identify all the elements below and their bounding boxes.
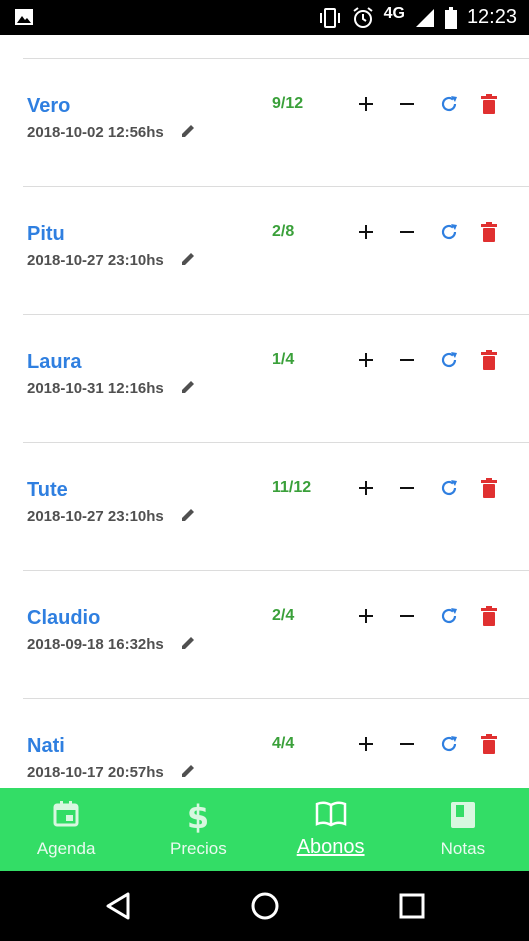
list-item: Tute 2018-10-27 23:10hs 11/12 <box>0 443 529 571</box>
reset-button[interactable] <box>439 222 459 242</box>
network-type: 4G <box>383 4 405 22</box>
status-bar: 4G 12:23 <box>0 0 529 35</box>
reset-button[interactable] <box>439 606 459 626</box>
notebook-icon <box>450 802 475 828</box>
abonos-list: Vero 2018-10-02 12:56hs 9/12 Pitu 2018-1… <box>0 35 529 788</box>
clock: 12:23 <box>466 6 517 28</box>
edit-pencil-icon[interactable] <box>180 123 196 139</box>
reset-button[interactable] <box>439 478 459 498</box>
edit-pencil-icon[interactable] <box>180 379 196 395</box>
edit-pencil-icon[interactable] <box>180 507 196 523</box>
last-updated: 2018-10-27 23:10hs <box>27 508 164 525</box>
dollar-icon: $ <box>187 800 209 834</box>
bottom-navigation: Agenda $ Precios Abonos Notas <box>0 788 529 871</box>
nav-agenda-label: Agenda <box>36 839 96 858</box>
increment-button[interactable] <box>357 223 375 241</box>
home-icon[interactable] <box>250 891 280 921</box>
decrement-button[interactable] <box>398 223 416 241</box>
decrement-button[interactable] <box>398 479 416 497</box>
signal-icon <box>415 8 434 27</box>
increment-button[interactable] <box>357 351 375 369</box>
list-item: Laura 2018-10-31 12:16hs 1/4 <box>0 315 529 443</box>
increment-button[interactable] <box>357 735 375 753</box>
reset-button[interactable] <box>439 94 459 114</box>
nav-abonos-label: Abonos <box>296 836 365 858</box>
client-name[interactable]: Vero <box>27 95 70 118</box>
client-name[interactable]: Pitu <box>27 223 65 246</box>
delete-button[interactable] <box>480 478 498 498</box>
decrement-button[interactable] <box>398 95 416 113</box>
system-navigation-bar <box>0 871 529 941</box>
recents-icon[interactable] <box>398 891 426 921</box>
reset-button[interactable] <box>439 350 459 370</box>
list-item: Vero 2018-10-02 12:56hs 9/12 <box>0 59 529 187</box>
image-notification-icon <box>15 9 33 25</box>
nav-precios[interactable]: $ Precios <box>132 788 264 871</box>
client-name[interactable]: Nati <box>27 735 65 758</box>
back-icon[interactable] <box>104 891 132 921</box>
increment-button[interactable] <box>357 607 375 625</box>
last-updated: 2018-10-02 12:56hs <box>27 124 164 141</box>
svg-text:$: $ <box>187 800 209 834</box>
delete-button[interactable] <box>480 94 498 114</box>
reset-button[interactable] <box>439 734 459 754</box>
nav-notas[interactable]: Notas <box>397 788 529 871</box>
list-item: Nati 2018-10-17 20:57hs 4/4 <box>0 699 529 788</box>
sessions-count: 9/12 <box>272 95 304 112</box>
last-updated: 2018-10-31 12:16hs <box>27 380 164 397</box>
decrement-button[interactable] <box>398 351 416 369</box>
nav-precios-label: Precios <box>170 839 227 858</box>
sessions-count: 1/4 <box>272 351 295 368</box>
alarm-icon <box>352 6 373 28</box>
sessions-count: 4/4 <box>272 735 295 752</box>
list-item: Pitu 2018-10-27 23:10hs 2/8 <box>0 187 529 315</box>
list-item: Claudio 2018-09-18 16:32hs 2/4 <box>0 571 529 699</box>
edit-pencil-icon[interactable] <box>180 763 196 779</box>
client-name[interactable]: Tute <box>27 479 68 502</box>
calendar-icon <box>53 801 79 827</box>
decrement-button[interactable] <box>398 735 416 753</box>
delete-button[interactable] <box>480 222 498 242</box>
edit-pencil-icon[interactable] <box>180 251 196 267</box>
edit-pencil-icon[interactable] <box>180 635 196 651</box>
last-updated: 2018-10-27 23:10hs <box>27 252 164 269</box>
sessions-count: 2/8 <box>272 223 295 240</box>
open-book-icon <box>315 801 346 827</box>
battery-icon <box>444 6 457 29</box>
delete-button[interactable] <box>480 350 498 370</box>
increment-button[interactable] <box>357 95 375 113</box>
last-updated: 2018-10-17 20:57hs <box>27 764 164 781</box>
delete-button[interactable] <box>480 734 498 754</box>
nav-agenda[interactable]: Agenda <box>0 788 132 871</box>
vibrate-icon <box>319 7 340 28</box>
sessions-count: 2/4 <box>272 607 295 624</box>
increment-button[interactable] <box>357 479 375 497</box>
sessions-count: 11/12 <box>272 479 312 496</box>
decrement-button[interactable] <box>398 607 416 625</box>
client-name[interactable]: Claudio <box>27 607 100 630</box>
client-name[interactable]: Laura <box>27 351 81 374</box>
nav-abonos[interactable]: Abonos <box>265 788 397 871</box>
nav-notas-label: Notas <box>440 839 486 858</box>
delete-button[interactable] <box>480 606 498 626</box>
last-updated: 2018-09-18 16:32hs <box>27 636 164 653</box>
